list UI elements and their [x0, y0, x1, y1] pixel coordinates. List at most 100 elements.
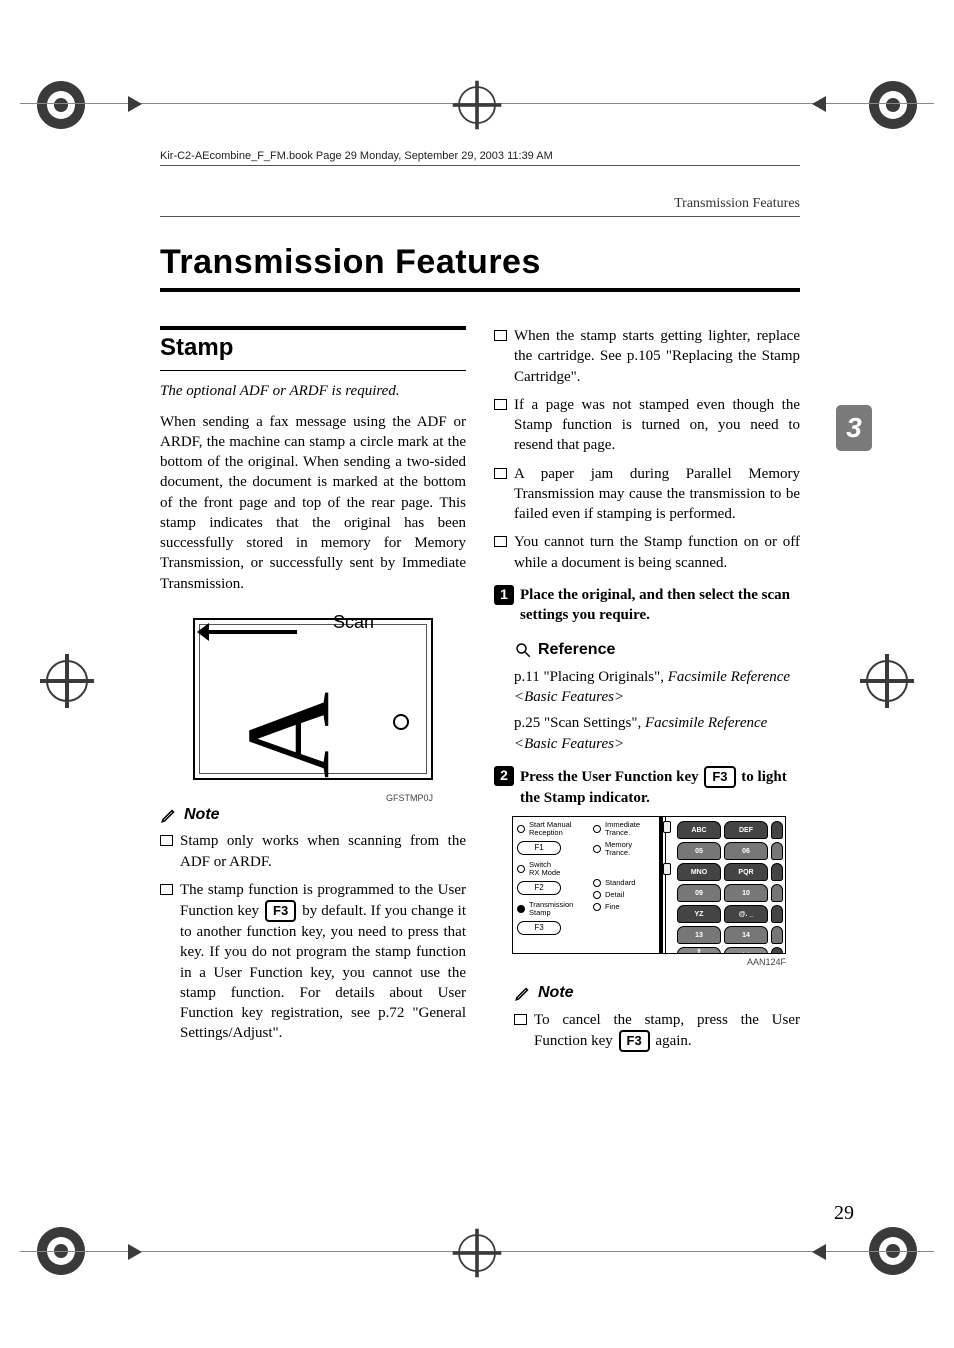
scan-arrow-icon	[207, 630, 297, 634]
fn-key-f2: F2	[517, 881, 561, 895]
keypad-key: 09	[677, 884, 721, 902]
book-page-header: Kir-C2-AEcombine_F_FM.book Page 29 Monda…	[160, 150, 800, 166]
note-list-right-top: When the stamp starts getting lighter, r…	[494, 326, 800, 573]
section-heading-stamp: Stamp	[160, 326, 466, 371]
reference-block: p.11 "Placing Originals", Facsimile Refe…	[494, 667, 800, 754]
control-panel-figure: Start ManualReception F1 SwitchRX Mode F…	[512, 816, 786, 954]
guide-arrow-bl	[128, 1244, 142, 1260]
page-title: Transmission Features	[160, 243, 800, 282]
keycap-f3: F3	[265, 900, 296, 922]
keypad-key	[771, 905, 783, 923]
guide-arrow-tl	[128, 96, 142, 112]
register-mark-bottom	[458, 1234, 496, 1272]
crop-circle-tl	[34, 78, 88, 132]
keypad-key: DEF	[724, 821, 768, 839]
reference-heading: Reference	[514, 639, 800, 661]
note-heading: Note	[160, 804, 466, 826]
guide-arrow-br	[812, 1244, 826, 1260]
guide-arrow-tr	[812, 96, 826, 112]
list-item: You cannot turn the Stamp function on or…	[494, 532, 800, 573]
intro-paragraph: When sending a fax message using the ADF…	[160, 412, 466, 594]
panel-keypad: ABC DEF 05 06 MNO PQR	[663, 821, 783, 954]
letter-a-glyph: A	[207, 692, 369, 779]
register-mark-top	[458, 86, 496, 124]
list-item: To cancel the stamp, press the User Func…	[514, 1010, 800, 1052]
keypad-key	[771, 821, 783, 839]
panel-label: Start ManualReception	[529, 821, 572, 837]
keypad-key: ABC	[677, 821, 721, 839]
step-1: 1 Place the original, and then select th…	[494, 585, 800, 626]
led-icon	[517, 905, 525, 913]
left-column: Stamp The optional ADF or ARDF is requir…	[160, 326, 466, 1060]
reference-line-1: p.11 "Placing Originals", Facsimile Refe…	[514, 667, 800, 708]
indicator-icon	[663, 863, 671, 875]
panel-figure-code: AAN124F	[494, 956, 786, 968]
keycap-f3: F3	[619, 1030, 650, 1052]
reference-label: Reference	[538, 639, 615, 661]
note-label: Note	[184, 804, 220, 826]
title-rule	[160, 288, 800, 292]
scan-label: Scan	[333, 610, 374, 634]
panel-label: Standard	[605, 879, 635, 887]
page-number: 29	[834, 1202, 854, 1225]
note2-post: by default. If you change it to another …	[180, 903, 466, 1041]
led-icon	[517, 825, 525, 833]
two-column-layout: Stamp The optional ADF or ARDF is requir…	[160, 326, 800, 1060]
figure-code: GFSTMP0J	[386, 792, 433, 804]
stamp-circle-icon	[393, 714, 409, 730]
fn-key-f1: F1	[517, 841, 561, 855]
list-item: When the stamp starts getting lighter, r…	[494, 326, 800, 387]
bottom-note-post: again.	[652, 1033, 692, 1049]
keypad-key: MNO	[677, 863, 721, 881]
keypad-key: @. _	[724, 905, 768, 923]
step-1-text: Place the original, and then select the …	[520, 587, 790, 623]
pencil-icon	[514, 984, 532, 1002]
pencil-icon	[160, 806, 178, 824]
indicator-icon	[663, 821, 671, 833]
magnifier-icon	[514, 641, 532, 659]
keypad-key: 14	[724, 926, 768, 944]
running-head: Transmission Features	[160, 196, 800, 217]
reference-line-2: p.25 "Scan Settings", Facsimile Referenc…	[514, 713, 800, 754]
keypad-key	[771, 926, 783, 944]
keypad-key: 05	[677, 842, 721, 860]
keypad-key	[771, 947, 783, 954]
led-icon	[593, 879, 601, 887]
note-list-bottom: To cancel the stamp, press the User Func…	[514, 1010, 800, 1052]
keycap-f3: F3	[704, 766, 735, 788]
keypad-key: 10	[724, 884, 768, 902]
panel-label: TransmissionStamp	[529, 901, 573, 917]
led-icon	[593, 891, 601, 899]
led-icon	[517, 865, 525, 873]
note-heading-bottom: Note	[514, 982, 800, 1004]
step-number-2: 2	[494, 766, 514, 786]
panel-label: MemoryTrance.	[605, 841, 632, 857]
keypad-key: YZ	[677, 905, 721, 923]
keypad-key	[771, 842, 783, 860]
right-column: When the stamp starts getting lighter, r…	[494, 326, 800, 1060]
step-2: 2 Press the User Function key F3 to ligh…	[494, 766, 800, 808]
panel-label: ImmediateTrance.	[605, 821, 640, 837]
keypad-key: 06	[724, 842, 768, 860]
list-item: If a page was not stamped even though th…	[494, 395, 800, 456]
chapter-tab: 3	[836, 405, 872, 451]
note-label-bottom: Note	[538, 982, 574, 1004]
keypad-key: PQR	[724, 863, 768, 881]
keypad-key	[771, 863, 783, 881]
crop-circle-tr	[866, 78, 920, 132]
list-item: Stamp only works when scanning from the …	[160, 831, 466, 872]
register-mark-left	[46, 660, 88, 702]
panel-left-area: Start ManualReception F1 SwitchRX Mode F…	[517, 821, 657, 935]
keypad-key-space: ⌴Space	[724, 947, 768, 954]
requirement-note: The optional ADF or ARDF is required.	[160, 381, 466, 401]
ref2-pre: p.25 "Scan Settings",	[514, 715, 645, 731]
register-mark-right	[866, 660, 908, 702]
keypad-key	[771, 884, 783, 902]
ref1-pre: p.11 "Placing Originals",	[514, 669, 668, 685]
led-icon	[593, 825, 601, 833]
page-body: Kir-C2-AEcombine_F_FM.book Page 29 Monda…	[160, 150, 800, 1060]
list-item: The stamp function is programmed to the …	[160, 880, 466, 1044]
scan-diagram: Scan A GFSTMP0J	[193, 608, 433, 790]
step2-pre: Press the User Function key	[520, 769, 702, 785]
keypad-key: 13	[677, 926, 721, 944]
